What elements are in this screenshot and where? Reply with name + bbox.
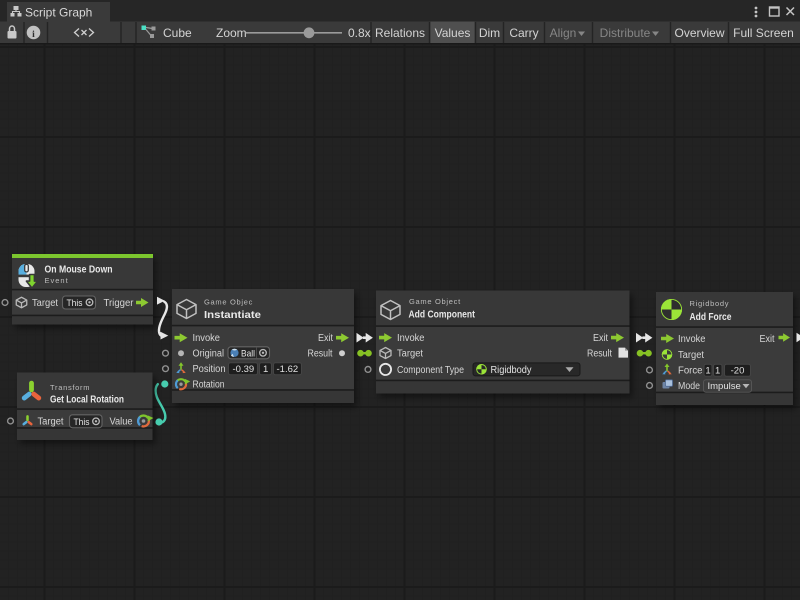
svg-text:Script Graph: Script Graph [25, 6, 92, 20]
svg-text:Cube: Cube [163, 26, 192, 40]
svg-text:Add Component: Add Component [409, 309, 476, 321]
svg-text:Result: Result [308, 349, 333, 360]
svg-text:-20: -20 [731, 366, 745, 377]
svg-text:Component Type: Component Type [397, 365, 464, 376]
svg-text:Original: Original [193, 349, 225, 360]
svg-text:Carry: Carry [509, 26, 538, 40]
svg-text:Value: Value [110, 417, 133, 428]
svg-text:Instantiate: Instantiate [204, 309, 261, 321]
svg-text:Exit: Exit [760, 334, 775, 345]
svg-text:Ball: Ball [241, 348, 255, 359]
svg-text:Transform: Transform [50, 383, 90, 392]
svg-text:Trigger: Trigger [104, 298, 135, 309]
svg-text:1: 1 [705, 366, 710, 377]
svg-text:This: This [74, 417, 90, 428]
svg-text:i: i [32, 30, 35, 40]
svg-text:Full Screen: Full Screen [733, 26, 794, 40]
svg-text:Game Object: Game Object [409, 297, 461, 306]
svg-text:Exit: Exit [593, 333, 608, 344]
svg-text:Add Force: Add Force [690, 311, 732, 323]
svg-text:Get Local Rotation: Get Local Rotation [50, 394, 124, 406]
svg-text:Dim: Dim [479, 26, 500, 40]
svg-text:-1.62: -1.62 [277, 364, 299, 375]
svg-text:On Mouse Down: On Mouse Down [45, 264, 113, 276]
svg-text:1: 1 [715, 366, 720, 377]
svg-text:Target: Target [38, 417, 64, 428]
svg-text:Event: Event [45, 276, 69, 285]
svg-text:Values: Values [435, 26, 471, 40]
svg-text:Invoke: Invoke [397, 333, 425, 344]
svg-text:Mode: Mode [678, 381, 700, 392]
svg-text:Invoke: Invoke [678, 334, 706, 345]
svg-text:Align: Align [550, 26, 577, 40]
svg-text:Game Objec: Game Objec [204, 298, 253, 307]
svg-text:-0.39: -0.39 [233, 364, 255, 375]
svg-text:Overview: Overview [674, 26, 724, 40]
svg-text:Exit: Exit [318, 333, 333, 344]
svg-text:This: This [67, 298, 83, 309]
svg-text:Rigidbody: Rigidbody [690, 299, 730, 308]
svg-text:1: 1 [263, 364, 268, 375]
svg-text:Force: Force [678, 366, 703, 377]
svg-text:Result: Result [587, 349, 612, 360]
svg-text:Target: Target [32, 298, 58, 309]
svg-text:Invoke: Invoke [193, 333, 221, 344]
svg-text:Target: Target [397, 349, 423, 360]
svg-text:0.8x: 0.8x [348, 26, 371, 40]
svg-text:Relations: Relations [375, 26, 425, 40]
svg-text:Target: Target [678, 350, 704, 361]
svg-text:Rotation: Rotation [193, 380, 225, 391]
svg-text:Impulse: Impulse [708, 381, 741, 392]
svg-text:Rigidbody: Rigidbody [491, 365, 532, 376]
svg-text:Distribute: Distribute [600, 26, 651, 40]
svg-text:Zoom: Zoom [216, 26, 247, 40]
svg-text:Position: Position [193, 364, 226, 375]
